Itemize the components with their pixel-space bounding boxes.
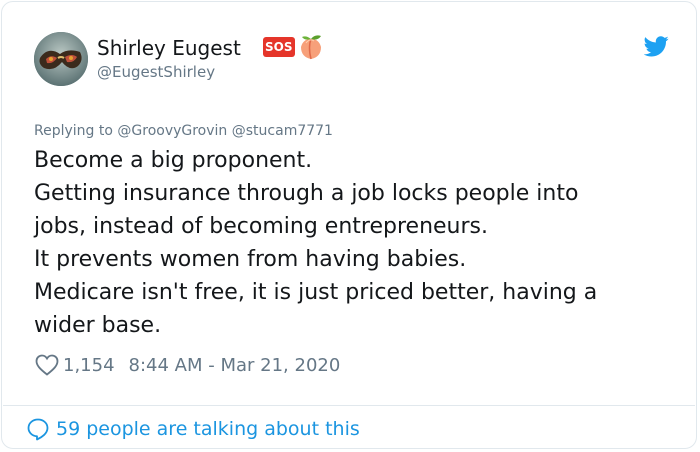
speech-bubble-icon — [27, 418, 49, 441]
tweet-text-line: It prevents women from having babies. — [34, 247, 467, 272]
tweet-text-line: Medicare isn't free, it is just priced b… — [34, 280, 598, 305]
twitter-bird-icon[interactable] — [644, 36, 669, 57]
heart-icon[interactable] — [35, 354, 59, 376]
name-emoji-badges: SOS — [263, 33, 325, 61]
tweet-text-line: wider base. — [34, 313, 162, 338]
conversation-link[interactable]: 59 people are talking about this — [26, 415, 360, 443]
tweet-meta: 1,154 8:44 AM - Mar 21, 2020 — [35, 352, 340, 378]
tweet-timestamp[interactable]: 8:44 AM - Mar 21, 2020 — [129, 355, 341, 376]
replying-to: Replying to @GroovyGrovin @stucam7771 — [34, 121, 333, 141]
replying-to-label: Replying to — [34, 123, 113, 139]
avatar[interactable] — [34, 32, 88, 86]
mention-link[interactable]: @stucam7771 — [232, 123, 333, 139]
mention-link[interactable]: @GroovyGrovin — [117, 123, 227, 139]
sos-emoji-icon: SOS — [263, 37, 295, 57]
tweet-text-line: Getting insurance through a job locks pe… — [34, 181, 579, 206]
conversation-link-label: 59 people are talking about this — [56, 418, 360, 440]
tweet-card: Shirley Eugest SOS @EugestShirley Replyi… — [1, 1, 697, 449]
tweet-text-line: Become a big proponent. — [34, 148, 313, 173]
divider — [3, 405, 695, 406]
user-handle[interactable]: @EugestShirley — [97, 62, 215, 82]
like-count[interactable]: 1,154 — [63, 355, 115, 376]
tweet-text: Become a big proponent. Getting insuranc… — [34, 144, 674, 342]
peach-emoji-icon — [300, 35, 321, 60]
tweet-text-line: jobs, instead of becoming entrepreneurs. — [34, 214, 488, 239]
display-name[interactable]: Shirley Eugest — [97, 35, 241, 61]
avatar-image — [34, 32, 88, 86]
